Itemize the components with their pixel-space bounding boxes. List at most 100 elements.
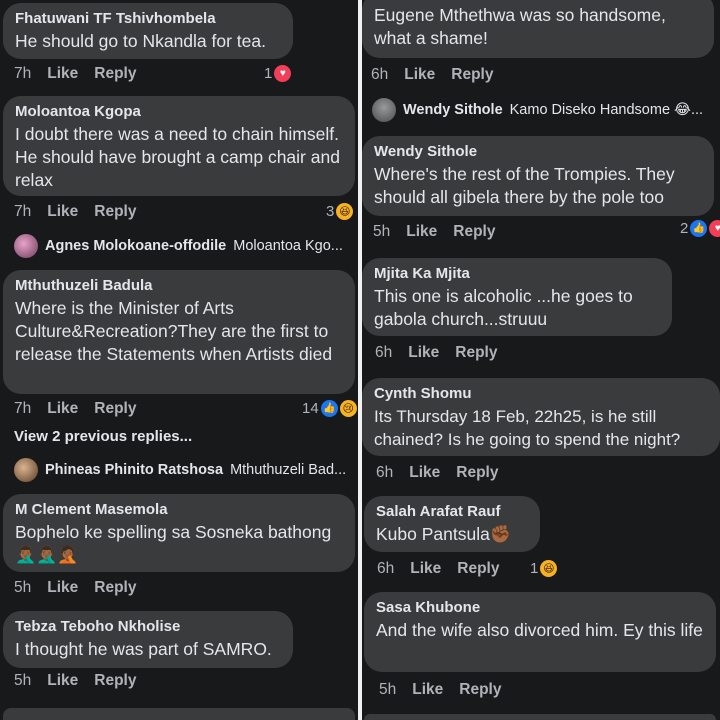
comment-time[interactable]: 7h (14, 65, 31, 83)
like-button[interactable]: Like (410, 560, 441, 578)
comment-time[interactable]: 6h (371, 66, 388, 84)
comment-actions: 7h Like Reply (14, 203, 136, 221)
like-button[interactable]: Like (409, 464, 440, 482)
comment-author[interactable]: Fhatuwani TF Tshivhombela (15, 9, 281, 28)
reply-author[interactable]: Agnes Molokoane-offodile (45, 238, 226, 254)
comment-bubble[interactable]: Moloantoa Kgopa I doubt there was a need… (3, 96, 355, 196)
comment-actions: 6h Like Reply (375, 344, 497, 362)
comment-author[interactable]: Mthuthuzeli Badula (15, 276, 343, 295)
comment-text: Its Thursday 18 Feb, 22h25, is he still … (374, 407, 681, 449)
sad-reaction-icon: 😢 (339, 400, 357, 417)
comment-author[interactable]: Sasa Khubone (376, 598, 704, 617)
comment-text: This one is alcoholic ...he goes to gabo… (374, 286, 633, 329)
comment-author[interactable]: Wendy Sithole (374, 142, 702, 161)
haha-reaction-icon: 😆 (540, 560, 558, 577)
like-button[interactable]: Like (47, 203, 78, 221)
reply-author[interactable]: Phineas Phinito Ratshosa (45, 462, 223, 478)
reply-button[interactable]: Reply (457, 560, 499, 578)
reply-button[interactable]: Reply (94, 65, 136, 83)
comment-time[interactable]: 5h (379, 681, 396, 699)
comment-author[interactable]: Salah Arafat Rauf (376, 502, 528, 521)
comment-actions: 5h Like Reply (373, 223, 495, 241)
comment-time[interactable]: 6h (377, 560, 394, 578)
reaction-count: 1 (530, 560, 539, 577)
like-button[interactable]: Like (406, 223, 437, 241)
comment-composer-edge[interactable] (364, 714, 716, 720)
comment-author[interactable]: M Clement Masemola (15, 500, 343, 519)
reply-author[interactable]: Wendy Sithole (403, 102, 503, 118)
reply-button[interactable]: Reply (94, 579, 136, 597)
avatar[interactable] (372, 98, 396, 122)
reaction-summary[interactable]: 1 ♥ (264, 65, 292, 82)
reply-button[interactable]: Reply (453, 223, 495, 241)
comment-bubble[interactable]: Mjita Ka Mjita This one is alcoholic ...… (362, 258, 672, 336)
comment-composer-edge[interactable] (3, 708, 355, 720)
comment-actions: 5h Like Reply (14, 579, 136, 597)
comment-text: Kubo Pantsula✊🏾 (376, 524, 512, 544)
comment-actions: 6h Like Reply (376, 464, 498, 482)
comment-bubble[interactable]: Tebza Teboho Nkholise I thought he was p… (3, 611, 293, 668)
reaction-summary[interactable]: 3 😆 (326, 203, 354, 220)
like-button[interactable]: Like (47, 579, 78, 597)
comment-author[interactable]: Mjita Ka Mjita (374, 264, 660, 283)
reply-button[interactable]: Reply (459, 681, 501, 699)
comment-bubble[interactable]: Sasa Khubone And the wife also divorced … (364, 592, 716, 672)
comment-actions: 6h Like Reply (377, 560, 499, 578)
like-button[interactable]: Like (47, 672, 78, 690)
like-reaction-icon: 👍 (320, 400, 338, 417)
reaction-count: 3 (326, 203, 335, 220)
reaction-summary[interactable]: 2 👍 ♥ (680, 220, 720, 237)
reply-button[interactable]: Reply (94, 672, 136, 690)
reply-button[interactable]: Reply (94, 203, 136, 221)
reply-preview[interactable]: Wendy Sithole Kamo Diseko Handsome 😂... (372, 98, 703, 122)
like-button[interactable]: Like (412, 681, 443, 699)
avatar[interactable] (14, 234, 38, 258)
comment-bubble[interactable]: Cynth Shomu Its Thursday 18 Feb, 22h25, … (362, 378, 720, 456)
view-previous-replies-link[interactable]: View 2 previous replies... (14, 428, 192, 445)
left-comments-panel: Fhatuwani TF Tshivhombela He should go t… (0, 0, 358, 720)
like-button[interactable]: Like (408, 344, 439, 362)
heart-reaction-icon: ♥ (274, 65, 292, 82)
haha-reaction-icon: 😆 (336, 203, 354, 220)
comment-actions: 6h Like Reply (371, 66, 493, 84)
comment-text: Eugene Mthethwa was so handsome, what a … (374, 5, 666, 48)
reply-snippet: Moloantoa Kgo... (233, 238, 343, 254)
comment-time[interactable]: 6h (375, 344, 392, 362)
like-button[interactable]: Like (47, 400, 78, 418)
comment-author[interactable]: Tebza Teboho Nkholise (15, 617, 281, 636)
comment-time[interactable]: 7h (14, 400, 31, 418)
comment-text: I thought he was part of SAMRO. (15, 639, 272, 659)
comment-bubble[interactable]: Salah Arafat Rauf Kubo Pantsula✊🏾 (364, 496, 540, 552)
comment-actions: 5h Like Reply (379, 681, 501, 699)
comment-author[interactable]: Moloantoa Kgopa (15, 102, 343, 121)
avatar[interactable] (14, 458, 38, 482)
comment-bubble[interactable]: Eugene Mthethwa was so handsome, what a … (362, 0, 714, 58)
reply-preview[interactable]: Agnes Molokoane-offodile Moloantoa Kgo..… (14, 234, 343, 258)
comment-time[interactable]: 5h (14, 579, 31, 597)
reply-preview[interactable]: Phineas Phinito Ratshosa Mthuthuzeli Bad… (14, 458, 346, 482)
comment-actions: 7h Like Reply (14, 65, 136, 83)
reply-button[interactable]: Reply (456, 464, 498, 482)
comment-bubble[interactable]: M Clement Masemola Bophelo ke spelling s… (3, 494, 355, 572)
heart-reaction-icon: ♥ (709, 220, 720, 237)
comment-text: I doubt there was a need to chain himsel… (15, 124, 340, 190)
comment-time[interactable]: 6h (376, 464, 393, 482)
comment-bubble[interactable]: Mthuthuzeli Badula Where is the Minister… (3, 270, 355, 394)
like-button[interactable]: Like (404, 66, 435, 84)
like-button[interactable]: Like (47, 65, 78, 83)
reply-snippet: Mthuthuzeli Bad... (230, 462, 347, 478)
comment-time[interactable]: 5h (373, 223, 390, 241)
comment-text: Where is the Minister of Arts Culture&Re… (15, 298, 333, 364)
reply-button[interactable]: Reply (455, 344, 497, 362)
comment-author[interactable]: Cynth Shomu (374, 384, 708, 403)
reaction-summary[interactable]: 1 😆 (530, 560, 558, 577)
comment-bubble[interactable]: Fhatuwani TF Tshivhombela He should go t… (3, 3, 293, 59)
reply-button[interactable]: Reply (94, 400, 136, 418)
reaction-count: 1 (264, 65, 273, 82)
reaction-summary[interactable]: 14 👍 😢 (302, 400, 357, 417)
comment-time[interactable]: 5h (14, 672, 31, 690)
comment-bubble[interactable]: Wendy Sithole Where's the rest of the Tr… (362, 136, 714, 216)
reply-snippet: Kamo Diseko Handsome 😂... (509, 102, 704, 118)
reply-button[interactable]: Reply (451, 66, 493, 84)
comment-time[interactable]: 7h (14, 203, 31, 221)
